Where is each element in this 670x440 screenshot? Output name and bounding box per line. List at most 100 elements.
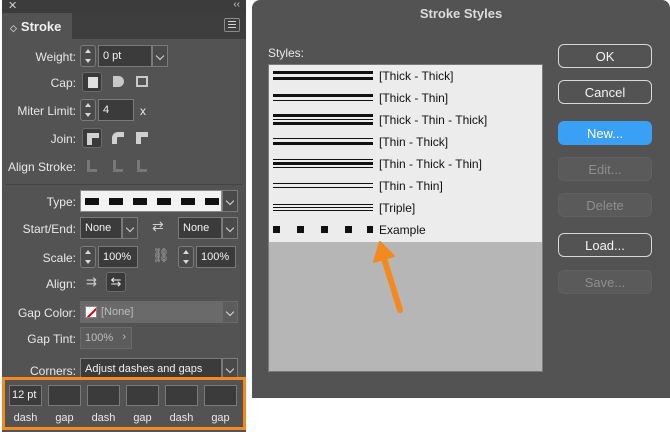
save-button: Save...	[558, 270, 652, 294]
dash-3-input[interactable]	[165, 385, 198, 406]
type-dropdown-arrow[interactable]	[222, 190, 238, 212]
load-button[interactable]: Load...	[558, 233, 652, 257]
type-dropdown[interactable]	[80, 190, 222, 212]
join-label: Join:	[50, 132, 76, 146]
edit-button: Edit...	[558, 157, 652, 181]
tab-toggle-icon: ◇	[10, 23, 17, 33]
stroke-swatch	[273, 201, 373, 215]
miter-limit-input[interactable]: 4	[98, 99, 134, 121]
stroke-swatch	[273, 157, 373, 171]
start-dropdown[interactable]: None	[80, 217, 122, 239]
dash-1-input[interactable]: 12 pt	[9, 385, 42, 406]
weight-stepper[interactable]	[80, 45, 96, 67]
gap-tint-input: 100% ›	[80, 327, 132, 349]
miter-join-icon[interactable]	[82, 128, 102, 148]
scale-start-input[interactable]: 100%	[98, 246, 138, 268]
scale-start-stepper[interactable]	[80, 246, 96, 268]
gap-2-input[interactable]	[126, 385, 159, 406]
dash-gap-fields: 12 pt dash gap dash gap dash gap	[2, 377, 246, 430]
stroke-panel: ✕ ‹‹ ◇ Stroke Weight: 0 pt Cap: Miter Lim…	[2, 0, 246, 432]
weight-dropdown[interactable]	[152, 45, 168, 67]
stroke-swatch	[273, 91, 373, 105]
gap-color-label: Gap Color:	[17, 306, 76, 320]
gap-color-dropdown[interactable]: [None]	[80, 301, 222, 323]
swap-icon[interactable]: ⇄	[152, 218, 164, 235]
list-item[interactable]: [Thick - Thin - Thick]	[269, 109, 542, 131]
divider	[6, 184, 242, 185]
chevron-right-icon: ›	[122, 331, 126, 343]
stroke-swatch	[273, 135, 373, 149]
round-cap-icon[interactable]	[108, 72, 128, 92]
gap-color-value: [None]	[101, 306, 134, 318]
gap-2-label: gap	[133, 412, 152, 424]
gap-tint-value: 100%	[85, 332, 114, 344]
stroke-swatch	[273, 69, 373, 83]
end-dropdown[interactable]: None	[178, 217, 222, 239]
cap-label: Cap:	[50, 76, 76, 90]
butt-cap-icon[interactable]	[82, 72, 102, 92]
dash-pattern-preview	[85, 198, 219, 205]
list-item[interactable]: [Thin - Thin]	[269, 175, 542, 197]
scale-label: Scale:	[42, 251, 76, 265]
tab-stroke[interactable]: ◇ Stroke	[2, 13, 72, 39]
none-swatch-icon	[85, 306, 97, 318]
ok-button[interactable]: OK	[558, 44, 652, 68]
dialog-title: Stroke Styles	[419, 6, 503, 21]
start-dropdown-arrow[interactable]	[122, 217, 138, 239]
round-join-icon[interactable]	[108, 128, 128, 148]
panel-tab-bar: ◇ Stroke	[2, 13, 246, 39]
weight-label: Weight:	[35, 50, 76, 64]
miter-suffix: x	[140, 104, 146, 118]
stroke-swatch	[273, 113, 373, 127]
gap-1-label: gap	[55, 412, 74, 424]
align-stroke-label: Align Stroke:	[7, 160, 76, 174]
miter-limit-label: Miter Limit:	[17, 104, 76, 118]
stroke-styles-dialog: Stroke Styles Styles: [Thick - Thick] [T…	[252, 0, 670, 398]
close-icon[interactable]: ✕	[8, 0, 17, 12]
end-dropdown-arrow[interactable]	[222, 217, 238, 239]
gap-tint-label: Gap Tint:	[27, 332, 76, 346]
align-to-path-icon[interactable]: ⇆	[106, 272, 126, 292]
weight-input[interactable]: 0 pt	[98, 45, 152, 67]
list-item[interactable]: [Thin - Thick - Thin]	[269, 153, 542, 175]
bevel-join-icon[interactable]	[132, 128, 152, 148]
align-to-arrowhead-icon[interactable]: ⇉	[86, 274, 97, 290]
tab-stroke-label: Stroke	[20, 19, 62, 34]
collapse-icon[interactable]: ‹‹	[233, 0, 240, 10]
miter-limit-stepper[interactable]	[80, 99, 96, 121]
scale-end-input[interactable]: 100%	[196, 246, 236, 268]
align-inside-icon	[108, 156, 128, 176]
stroke-swatch	[273, 179, 373, 193]
projecting-cap-icon[interactable]	[132, 72, 152, 92]
annotation-arrow-icon	[373, 241, 403, 313]
corners-label: Corners:	[29, 364, 76, 378]
align-center-icon	[82, 156, 102, 176]
list-item[interactable]: [Thick - Thick]	[269, 65, 542, 87]
gap-1-input[interactable]	[48, 385, 81, 406]
delete-button: Delete	[558, 193, 652, 217]
list-item[interactable]: [Triple]	[269, 197, 542, 219]
list-item[interactable]: Example	[269, 219, 542, 241]
align-outside-icon	[132, 156, 152, 176]
list-item[interactable]: [Thick - Thin]	[269, 87, 542, 109]
dash-1-label: dash	[13, 412, 38, 424]
dash-3-label: dash	[169, 412, 194, 424]
cancel-button[interactable]: Cancel	[558, 80, 652, 104]
scale-end-stepper[interactable]	[178, 246, 194, 268]
gap-color-dropdown-arrow[interactable]	[222, 301, 238, 323]
new-button[interactable]: New...	[558, 121, 652, 145]
gap-3-input[interactable]	[204, 385, 237, 406]
link-icon[interactable]: ⛓	[152, 247, 170, 264]
styles-list[interactable]: [Thick - Thick] [Thick - Thin] [Thick - …	[268, 64, 543, 372]
gap-3-label: gap	[211, 412, 230, 424]
panel-menu-icon[interactable]	[224, 18, 240, 32]
start-end-label: Start/End:	[22, 222, 76, 236]
list-item[interactable]: [Thin - Thick]	[269, 131, 542, 153]
stroke-swatch	[273, 223, 373, 237]
type-label: Type:	[46, 195, 76, 209]
panel-title-bar: ✕ ‹‹	[2, 0, 246, 13]
align-label: Align:	[45, 277, 76, 291]
styles-label: Styles:	[268, 46, 305, 60]
dash-2-label: dash	[91, 412, 116, 424]
dash-2-input[interactable]	[87, 385, 120, 406]
